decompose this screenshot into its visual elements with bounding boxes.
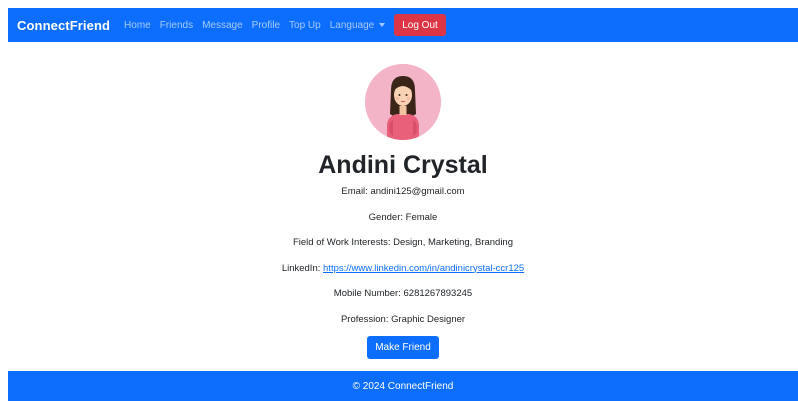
gender-value: Female <box>405 211 438 223</box>
profile-linkedin: LinkedIn: https://www.linkedin.com/in/an… <box>282 263 524 275</box>
interests-value: Design, Marketing, Branding <box>393 237 513 248</box>
profile-mobile: Mobile Number: 6281267893245 <box>334 288 472 300</box>
mobile-value: 6281267893245 <box>403 288 473 299</box>
brand-logo[interactable]: ConnectFriend <box>17 18 110 33</box>
profile-email: Email: andini125@gmail.com <box>341 186 464 198</box>
nav-link-message[interactable]: Message <box>202 20 243 31</box>
profile-card: Andini Crystal Email: andini125@gmail.co… <box>8 42 798 371</box>
avatar <box>365 64 441 140</box>
language-dropdown-label: Language <box>329 19 375 31</box>
woman-avatar-icon <box>365 64 441 140</box>
nav-link-friends[interactable]: Friends <box>160 20 193 31</box>
email-label: Email: <box>341 186 371 197</box>
profession-label: Profession: <box>340 313 392 325</box>
email-value: andini125@gmail.com <box>370 186 465 197</box>
interests-label: Field of Work Interests: <box>292 237 394 248</box>
nav-link-profile[interactable]: Profile <box>252 20 280 31</box>
footer: © 2024 ConnectFriend <box>8 371 798 401</box>
footer-copyright: © 2024 ConnectFriend <box>352 380 454 392</box>
profile-interests: Field of Work Interests: Design, Marketi… <box>293 237 513 249</box>
profile-gender: Gender: Female <box>369 212 438 224</box>
logout-button[interactable]: Log Out <box>394 14 446 36</box>
nav-link-top-up[interactable]: Top Up <box>289 20 321 31</box>
make-friend-button[interactable]: Make Friend <box>367 335 439 359</box>
mobile-label: Mobile Number: <box>333 288 404 299</box>
profile-name: Andini Crystal <box>318 151 488 179</box>
profile-profession: Profession: Graphic Designer <box>341 314 465 326</box>
chevron-down-icon <box>379 23 386 27</box>
profession-value: Graphic Designer <box>391 313 466 325</box>
navbar: ConnectFriend Home Friends Message Profi… <box>8 8 798 42</box>
linkedin-label: LinkedIn: <box>281 262 324 274</box>
language-dropdown[interactable]: Language <box>330 20 386 31</box>
gender-label: Gender: <box>368 211 406 223</box>
nav-link-home[interactable]: Home <box>124 20 151 31</box>
linkedin-link[interactable]: https://www.linkedin.com/in/andinicrysta… <box>323 263 524 274</box>
